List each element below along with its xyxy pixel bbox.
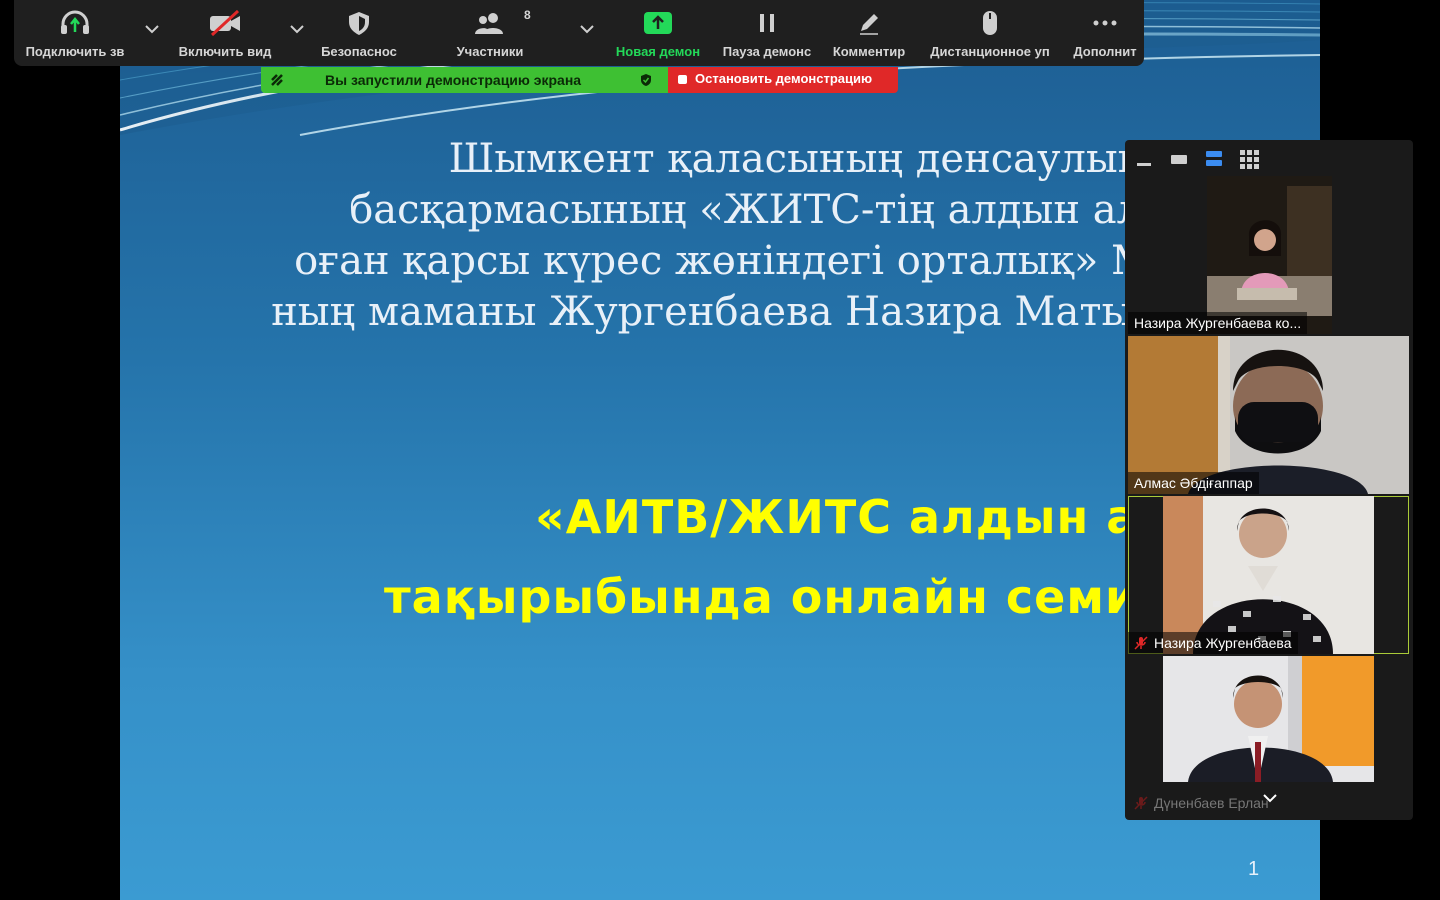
new-share-label: Новая демон [615,44,701,59]
pencil-icon [856,10,882,41]
slide-subtitle-line: «АИТВ/ЖИТС алдын ал [535,490,1174,544]
participant-video-feed [1163,496,1374,654]
grip-icon [269,72,285,91]
participant-video-feed [1128,336,1409,494]
participants-button[interactable]: 8 Участники [446,0,534,66]
stop-share-label: Остановить демонстрацию [695,71,873,86]
minimize-icon[interactable] [1133,148,1155,170]
mouse-icon [977,10,1003,41]
slide-page-number: 1 [1248,858,1260,880]
participant-video-feed [1207,176,1332,334]
participants-label: Участники [456,44,524,59]
new-share-button[interactable]: Новая демон [608,0,708,66]
annotate-button[interactable]: Комментир [826,0,912,66]
more-button[interactable]: Дополнит [1068,0,1142,66]
stop-share-button[interactable]: Остановить демонстрацию [668,67,898,93]
stop-icon [678,75,687,84]
participant-video-tile-active[interactable]: Назира Жургенбаева [1128,496,1409,654]
video-off-icon [208,9,242,41]
video-options-chevron-icon[interactable] [287,18,307,38]
remote-control-label: Дистанционное уп [930,44,1050,59]
strip-view-icon[interactable] [1203,148,1225,170]
video-panel: Назира Жургенбаева ко... Алмас Әбдіғаппа… [1125,140,1413,820]
security-button[interactable]: Безопаснос [312,0,406,66]
participant-name-row: Дүненбаев Ерлан [1128,792,1275,814]
slide-title-line: ның маманы Жургенбаева Назира Матып [271,289,1160,335]
shield-icon [345,10,373,41]
start-video-button[interactable]: Включить вид [172,0,278,66]
pause-share-label: Пауза демонс [722,44,812,59]
more-label: Дополнит [1073,44,1137,59]
pause-share-button[interactable]: Пауза демонс [716,0,818,66]
security-label: Безопаснос [321,44,397,59]
participant-name: Дүненбаев Ерлан [1154,795,1269,811]
slide-title-line: Шымкент қаласының денсаулық [448,136,1142,182]
meeting-toolbar: Подключить зв Включить вид Безопаснос 8 … [14,0,1144,66]
participant-name-row: Назира Жургенбаева [1128,632,1298,654]
annotate-label: Комментир [832,44,906,59]
participants-icon [473,10,507,41]
pause-icon [754,10,780,41]
share-screen-icon [642,10,674,41]
participant-video-tile[interactable]: Алмас Әбдіғаппар [1128,336,1409,494]
video-panel-header [1125,140,1413,178]
participant-video-tile[interactable]: Дүненбаев Ерлан [1128,656,1409,814]
more-dots-icon [1090,10,1120,41]
start-video-label: Включить вид [178,44,272,59]
headphones-icon [58,10,92,41]
audio-options-chevron-icon[interactable] [142,18,162,38]
shield-check-icon [639,73,653,90]
slide-subtitle-line: тақырыбында онлайн семин [384,570,1171,624]
mic-muted-icon [1134,796,1148,810]
remote-control-button[interactable]: Дистанционное уп [920,0,1060,66]
slide-title-line: басқармасының «ЖИТС-тің алдын ал [349,187,1142,233]
join-audio-button[interactable]: Подключить зв [14,0,136,66]
sharing-status-text: Вы запустили демонстрацию экрана [325,72,582,88]
mic-muted-icon [1134,636,1148,650]
sharing-status-banner[interactable]: Вы запустили демонстрацию экрана [261,67,668,93]
scroll-down-chevron-icon[interactable] [1261,792,1279,811]
hide-video-icon[interactable] [1168,148,1190,170]
participant-video-feed [1163,656,1374,782]
grid-view-icon[interactable] [1238,148,1260,170]
participant-name: Назира Жургенбаева ко... [1128,312,1308,334]
participant-name: Алмас Әбдіғаппар [1128,472,1259,494]
slide-title-line: оған қарсы күрес жөніндегі орталық» М [294,238,1152,284]
join-audio-label: Подключить зв [25,44,125,59]
participant-name: Назира Жургенбаева [1154,635,1292,651]
participant-video-tile[interactable]: Назира Жургенбаева ко... [1128,176,1409,334]
participants-count-badge: 8 [524,8,531,22]
participants-options-chevron-icon[interactable] [577,18,597,38]
